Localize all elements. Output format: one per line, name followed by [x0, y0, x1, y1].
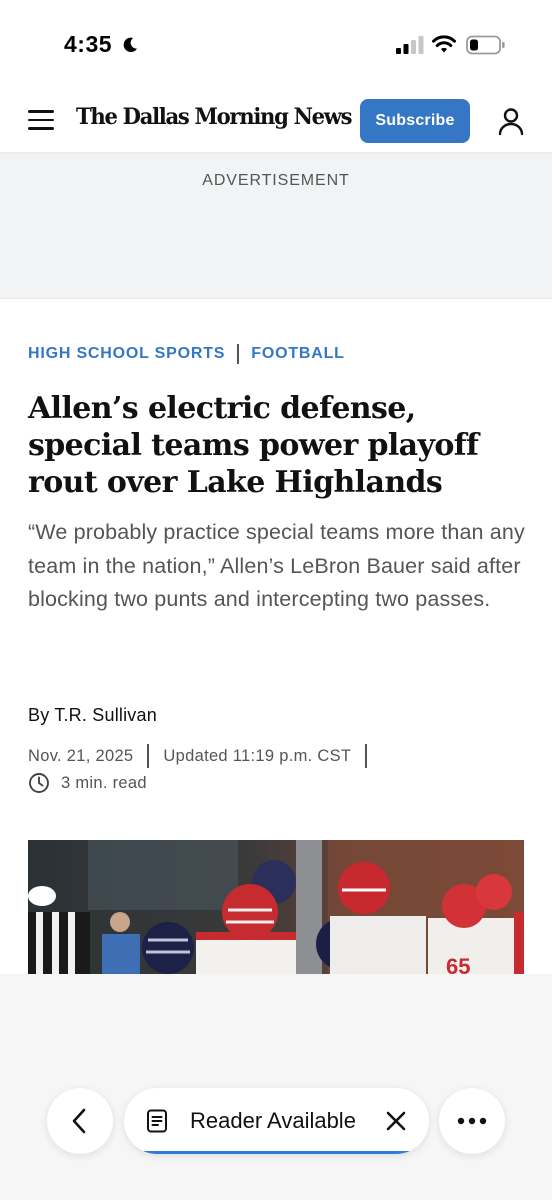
article-byline[interactable]: By T.R. Sullivan [28, 705, 157, 726]
article-photo[interactable]: A 65 [28, 840, 524, 974]
advertisement-label: ADVERTISEMENT [202, 172, 350, 189]
chevron-left-icon [72, 1108, 86, 1134]
svg-text:65: 65 [446, 954, 470, 974]
section-link[interactable]: HIGH SCHOOL SPORTS [28, 345, 225, 363]
status-bar: 4:35 [0, 0, 552, 88]
article-meta: Nov. 21, 2025 Updated 11:19 p.m. CST [28, 744, 381, 768]
updated-time: Updated 11:19 p.m. CST [163, 746, 352, 765]
subsection-link[interactable]: FOOTBALL [251, 345, 345, 363]
more-options-button[interactable] [439, 1088, 505, 1154]
subscribe-button[interactable]: Subscribe [360, 99, 470, 143]
reader-available-label: Reader Available [190, 1108, 356, 1133]
wifi-icon [432, 35, 456, 53]
meta-divider [147, 744, 150, 768]
read-time: 3 min. read [28, 772, 147, 794]
section-kicker: HIGH SCHOOL SPORTS FOOTBALL [28, 344, 345, 364]
document-icon [147, 1109, 167, 1133]
cellular-signal-icon [396, 36, 424, 54]
battery-icon [466, 35, 505, 55]
article-headline: Allen’s electric defense, special teams … [28, 391, 479, 500]
close-icon[interactable] [385, 1110, 407, 1132]
user-account-icon[interactable] [496, 106, 526, 136]
moon-icon [123, 37, 138, 53]
back-button[interactable] [47, 1088, 113, 1154]
kicker-divider [237, 344, 240, 364]
clock-icon [29, 773, 49, 793]
article-dek: “We probably practice special teams more… [28, 520, 525, 611]
more-dots-icon [457, 1117, 487, 1125]
publish-date: Nov. 21, 2025 [28, 746, 134, 765]
status-time: 4:35 [64, 31, 113, 57]
site-header: The Dallas Morning News Subscribe [0, 88, 552, 154]
meta-divider [365, 744, 368, 768]
advertisement-slot: ADVERTISEMENT [0, 154, 552, 299]
browser-bottom-panel [0, 974, 552, 1200]
masthead-logo[interactable]: The Dallas Morning News [76, 104, 353, 130]
football-photo-image: A 65 [28, 840, 524, 974]
page-load-progress-bar [142, 1151, 412, 1154]
reader-available-button[interactable]: Reader Available [124, 1088, 429, 1154]
read-time-label: 3 min. read [61, 773, 147, 792]
hamburger-menu-icon[interactable] [28, 110, 54, 132]
